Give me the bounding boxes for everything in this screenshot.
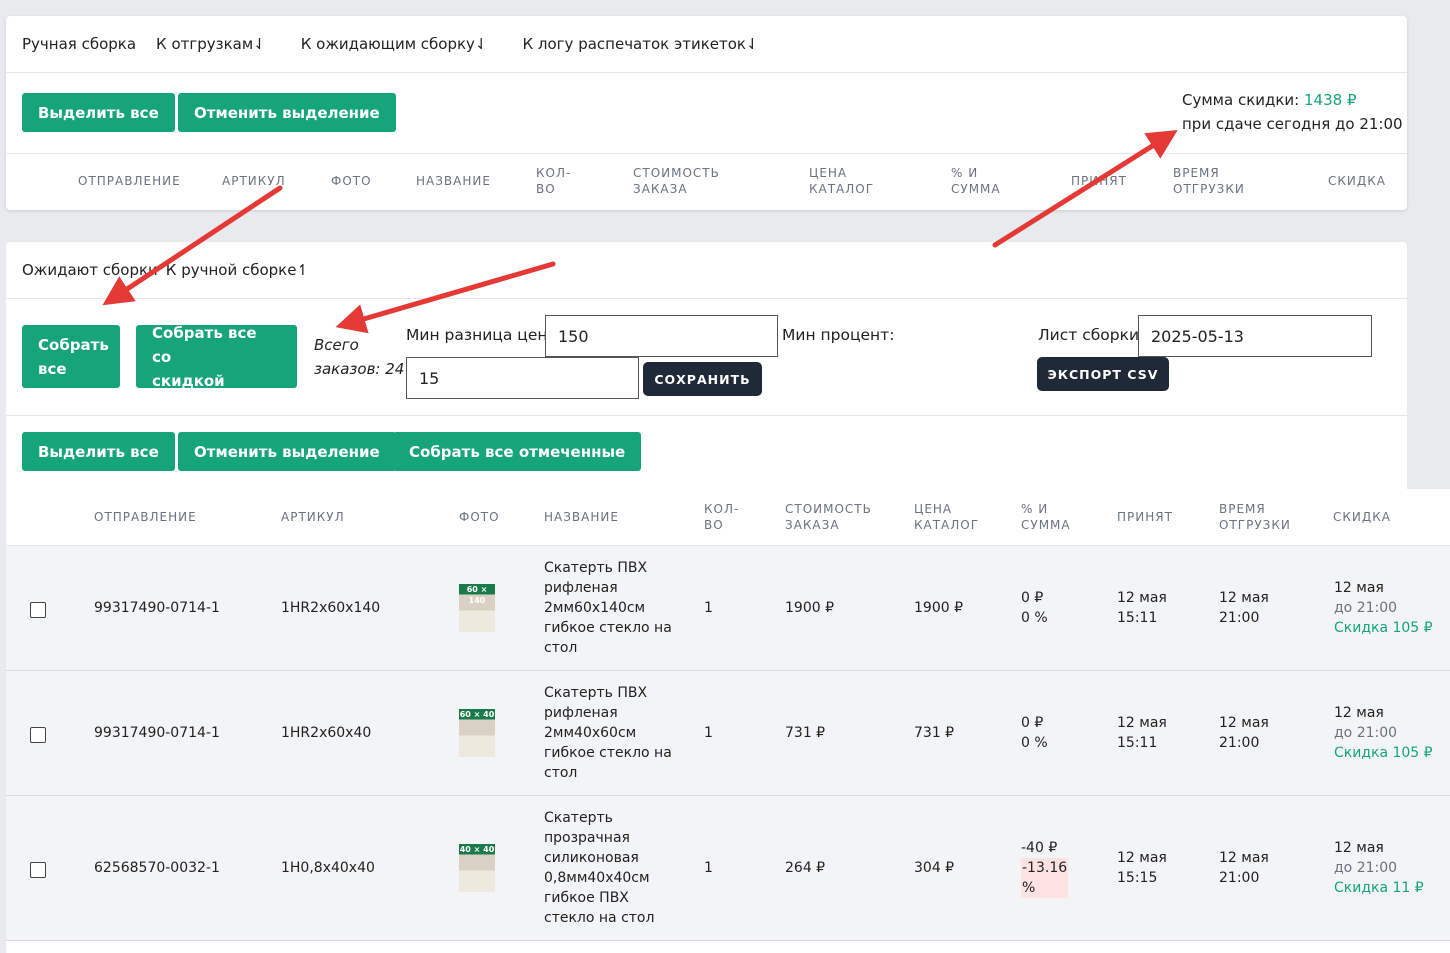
arrow-to-discount-sum: [992, 130, 1178, 248]
arrow-to-collect-all: [102, 185, 283, 306]
annotation-arrows: [102, 130, 1178, 334]
arrow-to-total-orders: [335, 261, 556, 334]
